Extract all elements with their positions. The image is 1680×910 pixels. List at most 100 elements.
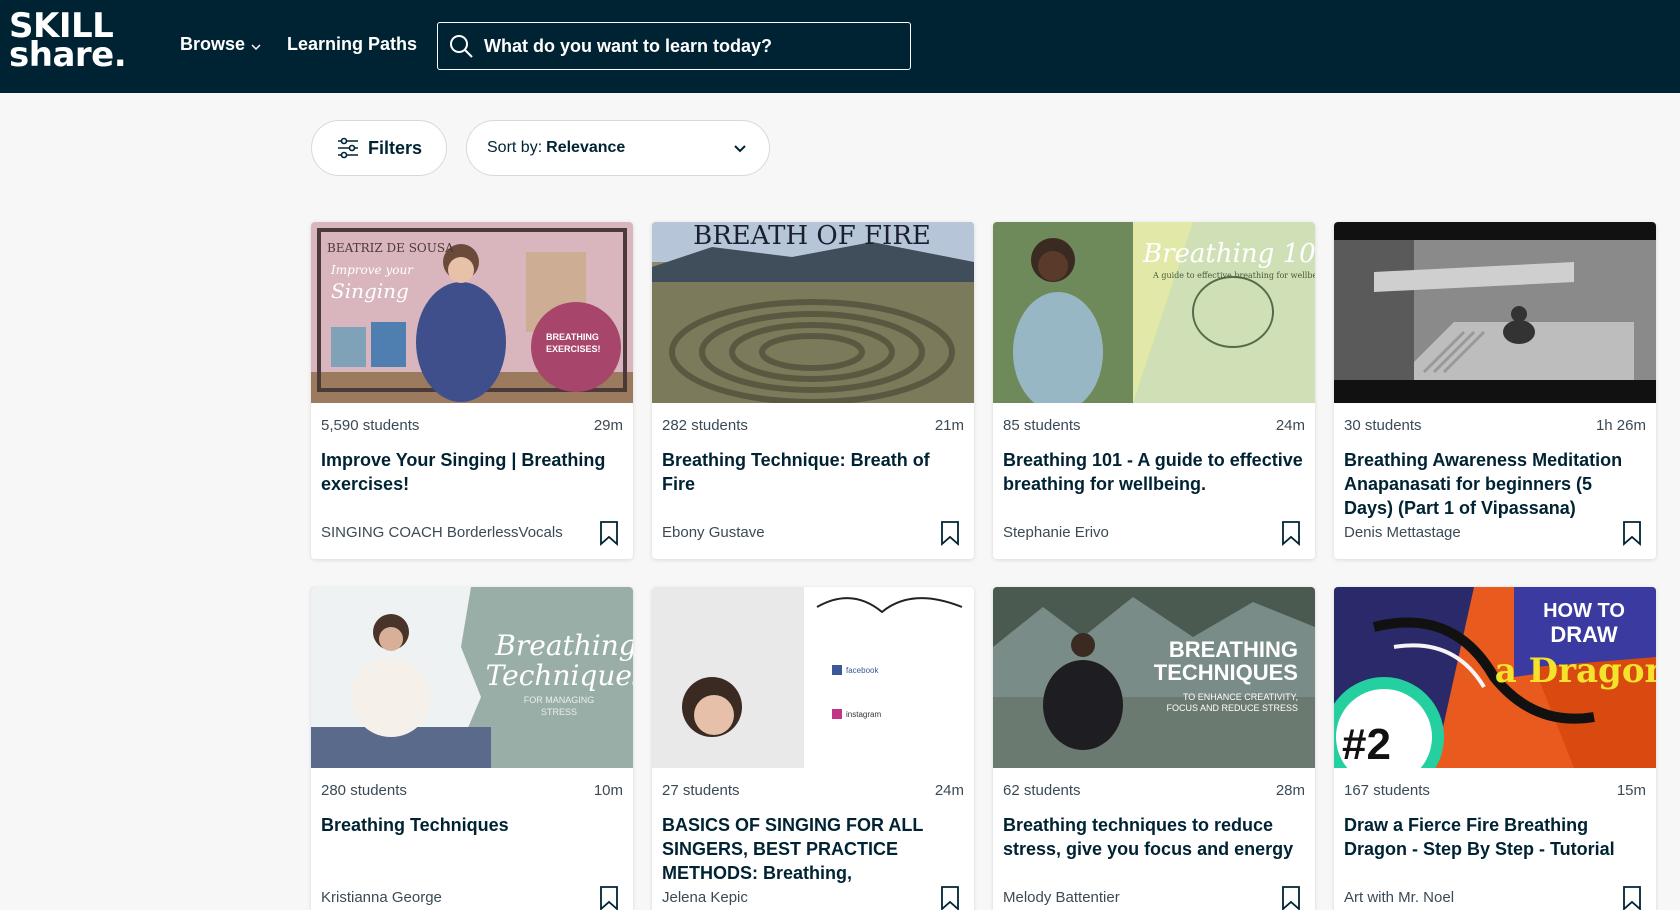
course-duration: 28m: [1275, 782, 1305, 799]
student-count: 282 students: [662, 417, 748, 434]
search-input[interactable]: [484, 35, 904, 57]
course-card[interactable]: BREATH OF FIRE 282 students 21m Breathin…: [652, 222, 974, 559]
course-meta: 282 students 21m: [662, 417, 964, 434]
course-duration: 15m: [1616, 782, 1646, 799]
teacher-name[interactable]: Denis Mettastage: [1344, 524, 1461, 541]
bookmark-icon[interactable]: [1281, 520, 1301, 546]
course-duration: 24m: [934, 782, 964, 799]
thumb-caption: HOW TO: [1543, 600, 1625, 622]
skillshare-logo[interactable]: SKILL share.: [9, 9, 127, 75]
course-meta: 62 students 28m: [1003, 782, 1305, 799]
sort-prefix: Sort by:: [487, 139, 543, 156]
logo-line-2: share.: [9, 35, 127, 75]
course-duration: 24m: [1275, 417, 1305, 434]
course-thumbnail: [1334, 222, 1656, 403]
bookmark-icon[interactable]: [1622, 885, 1642, 910]
filters-button[interactable]: Filters: [311, 120, 447, 176]
filters-label: Filters: [367, 137, 423, 158]
course-duration: 10m: [593, 782, 623, 799]
top-header: SKILL share. Browse Learning Paths: [0, 0, 1680, 93]
browse-menu[interactable]: Browse: [180, 34, 261, 55]
student-count: 5,590 students: [321, 417, 420, 434]
course-thumbnail: Breathing 101 A guide to effective breat…: [993, 222, 1315, 403]
thumb-caption: TECHNIQUES: [1154, 660, 1298, 685]
teacher-name[interactable]: Ebony Gustave: [662, 524, 765, 541]
browse-label: Browse: [180, 34, 246, 54]
thumb-caption: instagram: [846, 710, 881, 719]
course-duration: 1h 26m: [1595, 417, 1646, 434]
course-title[interactable]: Breathing Techniques: [321, 813, 623, 837]
thumb-caption: EXERCISES!: [546, 344, 601, 354]
student-count: 280 students: [321, 782, 407, 799]
course-card[interactable]: HOW TO DRAW a Dragon #2 167 students 15m…: [1334, 587, 1656, 910]
thumb-caption: Singing: [331, 279, 409, 303]
course-thumbnail: HOW TO DRAW a Dragon #2: [1334, 587, 1656, 768]
course-meta: 85 students 24m: [1003, 417, 1305, 434]
course-title[interactable]: Breathing Technique: Breath of Fire: [662, 448, 964, 496]
thumb-caption: FOR MANAGING: [524, 695, 595, 705]
course-thumbnail: Breathing Techniques FOR MANAGING STRESS: [311, 587, 633, 768]
thumb-caption: BREATH OF FIRE: [693, 222, 931, 251]
course-card[interactable]: facebook instagram 27 students 24m BASIC…: [652, 587, 974, 910]
teacher-name[interactable]: Jelena Kepic: [662, 889, 748, 906]
course-card[interactable]: 30 students 1h 26m Breathing Awareness M…: [1334, 222, 1656, 559]
teacher-name[interactable]: Kristianna George: [321, 889, 442, 906]
thumb-caption: DRAW: [1550, 622, 1617, 647]
course-card[interactable]: Breathing Techniques FOR MANAGING STRESS…: [311, 587, 633, 910]
course-meta: 27 students 24m: [662, 782, 964, 799]
search-icon: [450, 35, 473, 58]
bookmark-icon[interactable]: [940, 885, 960, 910]
chevron-down-icon: [251, 43, 261, 50]
course-thumbnail: BREATH OF FIRE: [652, 222, 974, 403]
student-count: 62 students: [1003, 782, 1081, 799]
course-title[interactable]: Breathing 101 - A guide to effective bre…: [1003, 448, 1305, 496]
learning-paths-link[interactable]: Learning Paths: [287, 34, 417, 55]
course-meta: 5,590 students 29m: [321, 417, 623, 434]
sort-value: Relevance: [546, 139, 626, 156]
bookmark-icon[interactable]: [1281, 885, 1301, 910]
thumb-caption: Breathing 101: [1142, 239, 1315, 269]
teacher-name[interactable]: SINGING COACH BorderlessVocals: [321, 524, 563, 541]
teacher-name[interactable]: Art with Mr. Noel: [1344, 889, 1454, 906]
student-count: 167 students: [1344, 782, 1430, 799]
course-card[interactable]: BEATRIZ DE SOUSA Improve your Singing BR…: [311, 222, 633, 559]
course-thumbnail: BEATRIZ DE SOUSA Improve your Singing BR…: [311, 222, 633, 403]
teacher-name[interactable]: Melody Battentier: [1003, 889, 1120, 906]
student-count: 30 students: [1344, 417, 1422, 434]
search-bar[interactable]: [437, 22, 911, 70]
course-card[interactable]: BREATHING TECHNIQUES TO ENHANCE CREATIVI…: [993, 587, 1315, 910]
thumb-caption: BREATHING: [1169, 637, 1298, 662]
course-title[interactable]: BASICS OF SINGING FOR ALL SINGERS, BEST …: [662, 813, 964, 885]
sort-dropdown[interactable]: Sort by: Relevance: [466, 120, 770, 176]
course-title[interactable]: Improve Your Singing | Breathing exercis…: [321, 448, 623, 496]
bookmark-icon[interactable]: [1622, 520, 1642, 546]
thumb-caption: #2: [1342, 720, 1391, 768]
course-meta: 30 students 1h 26m: [1344, 417, 1646, 434]
course-duration: 21m: [934, 417, 964, 434]
course-meta: 167 students 15m: [1344, 782, 1646, 799]
filters-icon: [337, 137, 358, 159]
thumb-caption: STRESS: [541, 707, 577, 717]
course-title[interactable]: Draw a Fierce Fire Breathing Dragon - St…: [1344, 813, 1646, 861]
teacher-name[interactable]: Stephanie Erivo: [1003, 524, 1109, 541]
course-title[interactable]: Breathing techniques to reduce stress, g…: [1003, 813, 1305, 861]
bookmark-icon[interactable]: [940, 520, 960, 546]
thumb-caption: BREATHING: [546, 332, 599, 342]
course-duration: 29m: [593, 417, 623, 434]
thumb-caption: TO ENHANCE CREATIVITY,: [1183, 692, 1298, 702]
thumb-caption: FOCUS AND REDUCE STRESS: [1166, 703, 1298, 713]
course-title[interactable]: Breathing Awareness Meditation Anapanasa…: [1344, 448, 1646, 520]
thumb-caption: a Dragon: [1495, 651, 1656, 691]
thumb-caption: Techniques: [486, 659, 633, 692]
bookmark-icon[interactable]: [599, 885, 619, 910]
student-count: 85 students: [1003, 417, 1081, 434]
chevron-down-icon: [734, 145, 746, 153]
thumb-caption: A guide to effective breathing for wellb…: [1152, 271, 1315, 280]
course-thumbnail: facebook instagram: [652, 587, 974, 768]
thumb-caption: facebook: [846, 666, 879, 675]
bookmark-icon[interactable]: [599, 520, 619, 546]
course-thumbnail: BREATHING TECHNIQUES TO ENHANCE CREATIVI…: [993, 587, 1315, 768]
thumb-caption: BEATRIZ DE SOUSA: [327, 241, 454, 255]
course-card[interactable]: Breathing 101 A guide to effective breat…: [993, 222, 1315, 559]
course-meta: 280 students 10m: [321, 782, 623, 799]
